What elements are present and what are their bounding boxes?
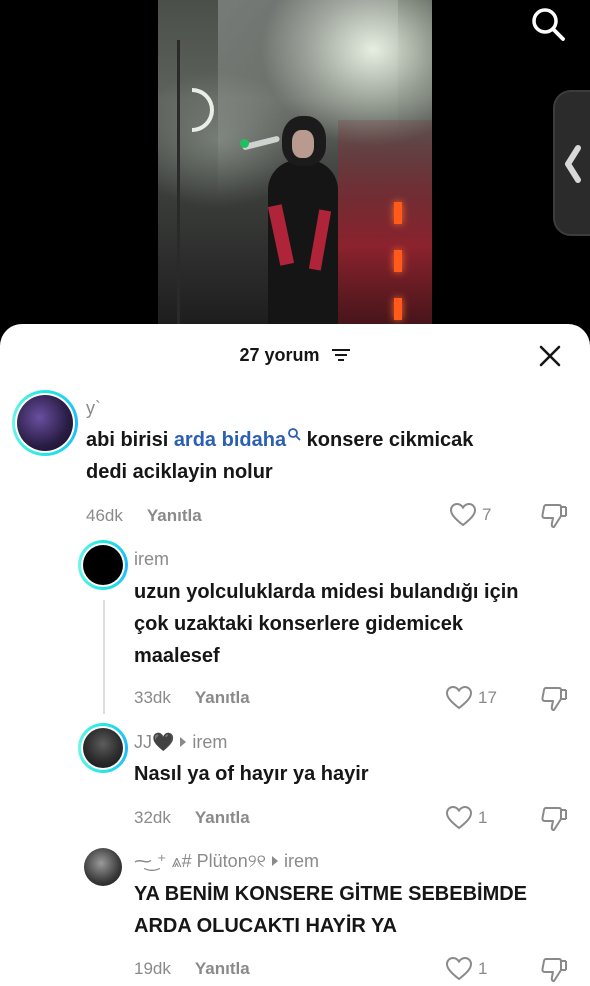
search-icon (532, 8, 565, 41)
reply-button[interactable]: Yanıtla (147, 506, 202, 525)
like-count: 17 (478, 688, 497, 707)
like-count: 7 (482, 505, 492, 524)
reply-arrow-icon (180, 737, 187, 748)
chevron-left-icon (565, 145, 581, 183)
heart-icon (446, 957, 472, 981)
comment-count-label: 27 yorum (239, 344, 320, 365)
avatar[interactable] (78, 540, 128, 590)
comment-username[interactable]: ⁓͜ ⁺ ⩓# Plüton୨୧ irem (134, 851, 319, 872)
side-panel-tab[interactable] (553, 90, 590, 236)
comment-text-part: konsere cikmicak (301, 429, 474, 451)
video-area[interactable] (0, 0, 590, 340)
username-text: ⁓͜ ⁺ ⩓# Plüton୨୧ (134, 851, 267, 871)
comment-text-line: ARDA OLUCAKTI HAYİR YA (134, 915, 397, 937)
stage-light-bar (394, 298, 402, 320)
dislike-icon[interactable] (540, 503, 568, 529)
comment-username[interactable]: irem (134, 549, 169, 570)
video-frame[interactable] (158, 0, 432, 330)
like-count: 1 (478, 959, 488, 978)
like-button[interactable]: 17 (446, 686, 497, 710)
stage-background (338, 120, 432, 330)
avatar[interactable] (84, 848, 122, 886)
like-button[interactable]: 1 (446, 957, 487, 981)
heart-icon (446, 686, 472, 710)
dislike-icon[interactable] (540, 957, 568, 983)
comment-text-line: YA BENİM KONSERE GİTME SEBEBİMDE (134, 883, 528, 905)
heart-icon (446, 806, 472, 830)
like-button[interactable]: 7 (450, 503, 491, 527)
search-button[interactable] (528, 4, 568, 44)
comment-time: 19dk (134, 959, 171, 978)
thread-line (103, 600, 105, 714)
dislike-icon[interactable] (540, 806, 568, 832)
avatar[interactable] (12, 390, 78, 456)
comment-meta: 46dk Yanıtla (86, 506, 202, 526)
avatar[interactable] (78, 723, 128, 773)
comment-text-line: maalesef (134, 645, 220, 667)
like-button[interactable]: 1 (446, 806, 487, 830)
comment-text: abi birisi arda bidaha konsere cikmicak … (86, 424, 556, 488)
stage-light-bar (394, 250, 402, 272)
close-button[interactable] (537, 343, 563, 369)
singer-face (292, 130, 314, 158)
comment-text-line: Nasıl ya of hayır ya hayir (134, 763, 369, 785)
reply-to-user[interactable]: irem (284, 851, 319, 871)
stage-light-bar (394, 202, 402, 224)
search-icon (288, 428, 301, 441)
comment-time: 46dk (86, 506, 123, 525)
reply-button[interactable]: Yanıtla (195, 688, 250, 707)
comment-text-part: abi birisi (86, 429, 174, 451)
comment-username[interactable]: JJ🖤 irem (134, 732, 227, 753)
comment-text: YA BENİM KONSERE GİTME SEBEBİMDE ARDA OL… (134, 878, 584, 942)
comment-meta: 33dk Yanıtla (134, 688, 250, 708)
sort-icon[interactable] (331, 347, 351, 363)
reply-arrow-icon (272, 856, 279, 867)
comment-time: 32dk (134, 808, 171, 827)
close-icon (539, 345, 561, 367)
comment-text: Nasıl ya of hayır ya hayir (134, 758, 584, 790)
comment-count: 27 yorum (0, 344, 590, 366)
mention-text: arda bidaha (173, 429, 287, 451)
microphone-tip (240, 139, 249, 148)
comment-time: 33dk (134, 688, 171, 707)
comment-username[interactable]: y` (86, 398, 101, 419)
reply-to-user[interactable]: irem (192, 732, 227, 752)
comment-meta: 32dk Yanıtla (134, 808, 250, 828)
username-text: JJ🖤 (134, 732, 175, 752)
comment-meta: 19dk Yanıtla (134, 959, 250, 979)
reply-button[interactable]: Yanıtla (195, 959, 250, 978)
comments-header: 27 yorum (0, 324, 590, 388)
stage-prop (192, 88, 214, 132)
comment-text-line: çok uzaktaki konserlere gidemicek (134, 613, 464, 635)
reply-button[interactable]: Yanıtla (195, 808, 250, 827)
comment-text: uzun yolculuklarda midesi bulandığı için… (134, 576, 584, 672)
comment-text-part: dedi aciklayin nolur (86, 461, 273, 483)
comment-text-line: uzun yolculuklarda midesi bulandığı için (134, 581, 519, 603)
dislike-icon[interactable] (540, 686, 568, 712)
heart-icon (450, 503, 476, 527)
mention-link[interactable]: arda bidaha (173, 428, 301, 451)
mic-stand (177, 40, 180, 330)
like-count: 1 (478, 808, 488, 827)
